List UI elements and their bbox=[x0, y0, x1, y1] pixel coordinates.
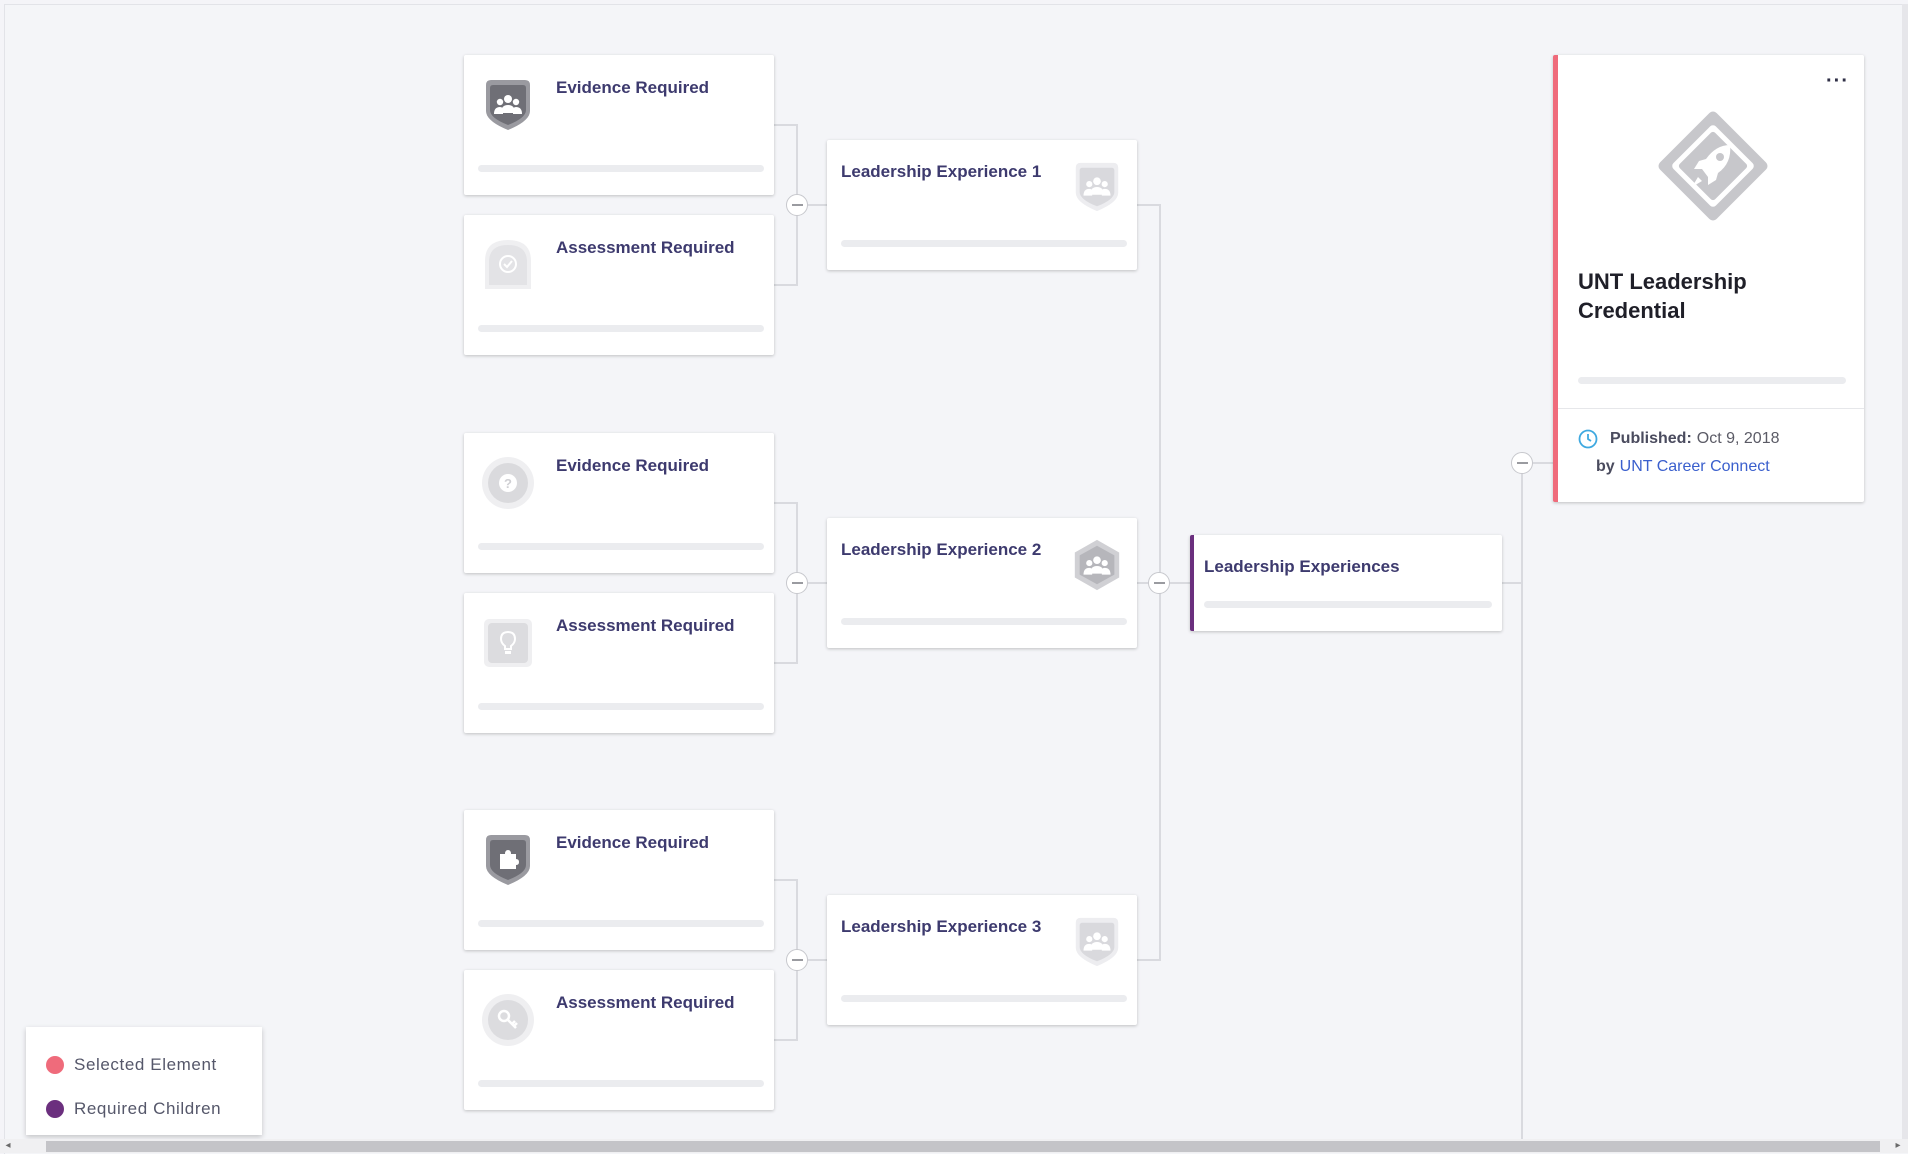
collapse-toggle-button[interactable] bbox=[786, 949, 808, 971]
legend-label: Selected Element bbox=[74, 1055, 217, 1074]
legend-item-selected: Selected Element bbox=[46, 1055, 217, 1075]
progress-bar bbox=[478, 920, 764, 927]
legend-item-required: Required Children bbox=[46, 1099, 221, 1119]
progress-bar bbox=[478, 703, 764, 710]
leadership-experiences-card[interactable]: Leadership Experiences bbox=[1190, 535, 1502, 631]
question-circle-icon: ? bbox=[480, 455, 536, 511]
evidence-required-card[interactable]: Evidence Required bbox=[464, 810, 774, 950]
minus-icon bbox=[791, 204, 803, 206]
collapse-toggle-button[interactable] bbox=[786, 194, 808, 216]
credential-card[interactable]: ··· UNT Leadership Credential Published:… bbox=[1553, 55, 1864, 502]
card-title: Evidence Required bbox=[556, 833, 710, 852]
lightbulb-square-icon bbox=[480, 615, 536, 671]
minus-icon bbox=[791, 582, 803, 584]
horizontal-scrollbar[interactable]: ◂ ▸ bbox=[0, 1139, 1908, 1153]
card-title: Leadership Experience 1 bbox=[841, 162, 1042, 181]
assessment-required-card[interactable]: Assessment Required bbox=[464, 970, 774, 1110]
by-label: by bbox=[1596, 458, 1615, 475]
group-shield-icon bbox=[1070, 915, 1124, 969]
progress-bar bbox=[841, 618, 1127, 625]
card-title: Evidence Required bbox=[556, 456, 710, 475]
group-shield-icon bbox=[1070, 160, 1124, 214]
collapse-toggle-button[interactable] bbox=[1511, 452, 1533, 474]
key-circle-icon bbox=[480, 992, 536, 1048]
legend-label: Required Children bbox=[74, 1099, 222, 1118]
card-title: Assessment Required bbox=[556, 993, 735, 1012]
card-title: Leadership Experiences bbox=[1204, 557, 1400, 576]
progress-bar bbox=[478, 1080, 764, 1087]
assessment-required-card[interactable]: Assessment Required bbox=[464, 215, 774, 355]
leadership-experience-card[interactable]: Leadership Experience 3 bbox=[827, 895, 1137, 1025]
required-color-dot bbox=[46, 1100, 64, 1118]
divider bbox=[1558, 408, 1864, 409]
group-hexagon-icon bbox=[1070, 538, 1124, 592]
puzzle-shield-icon bbox=[480, 832, 536, 888]
card-title: Assessment Required bbox=[556, 238, 735, 257]
svg-text:?: ? bbox=[504, 476, 512, 491]
scroll-left-arrow-icon[interactable]: ◂ bbox=[2, 1139, 14, 1153]
minus-icon bbox=[1153, 582, 1165, 584]
published-date: Oct 9, 2018 bbox=[1696, 430, 1780, 447]
selected-color-dot bbox=[46, 1056, 64, 1074]
card-title: Evidence Required bbox=[556, 78, 710, 97]
progress-bar bbox=[841, 240, 1127, 247]
more-options-button[interactable]: ··· bbox=[1826, 71, 1849, 91]
leadership-experience-card[interactable]: Leadership Experience 2 bbox=[827, 518, 1137, 648]
card-title: Leadership Experience 3 bbox=[841, 917, 1042, 936]
credential-title: UNT Leadership Credential bbox=[1578, 269, 1747, 323]
publisher-link[interactable]: UNT Career Connect bbox=[1620, 458, 1770, 475]
scroll-right-arrow-icon[interactable]: ▸ bbox=[1892, 1139, 1904, 1153]
card-title: Assessment Required bbox=[556, 616, 735, 635]
assessment-required-card[interactable]: Assessment Required bbox=[464, 593, 774, 733]
progress-bar bbox=[1578, 377, 1846, 384]
clock-icon bbox=[1578, 429, 1598, 449]
collapse-toggle-button[interactable] bbox=[1148, 572, 1170, 594]
published-label: Published: bbox=[1610, 430, 1692, 447]
legend: Selected Element Required Children bbox=[26, 1027, 262, 1135]
rocket-diamond-icon bbox=[1650, 103, 1776, 234]
progress-bar bbox=[1204, 601, 1492, 608]
scrollbar-thumb[interactable] bbox=[46, 1141, 1880, 1152]
card-title: Leadership Experience 2 bbox=[841, 540, 1042, 559]
minus-icon bbox=[1516, 462, 1528, 464]
collapse-toggle-button[interactable] bbox=[786, 572, 808, 594]
evidence-required-card[interactable]: ? Evidence Required bbox=[464, 433, 774, 573]
publisher-info: by UNT Career Connect bbox=[1596, 458, 1770, 476]
progress-bar bbox=[478, 325, 764, 332]
evidence-required-card[interactable]: Evidence Required bbox=[464, 55, 774, 195]
minus-icon bbox=[791, 959, 803, 961]
leadership-experience-card[interactable]: Leadership Experience 1 bbox=[827, 140, 1137, 270]
group-shield-icon bbox=[480, 77, 536, 133]
progress-bar bbox=[841, 995, 1127, 1002]
progress-bar bbox=[478, 543, 764, 550]
vertical-scrollbar[interactable] bbox=[1902, 4, 1908, 1139]
check-arch-icon bbox=[480, 237, 536, 293]
progress-bar bbox=[478, 165, 764, 172]
published-info: Published: Oct 9, 2018 bbox=[1578, 429, 1780, 449]
